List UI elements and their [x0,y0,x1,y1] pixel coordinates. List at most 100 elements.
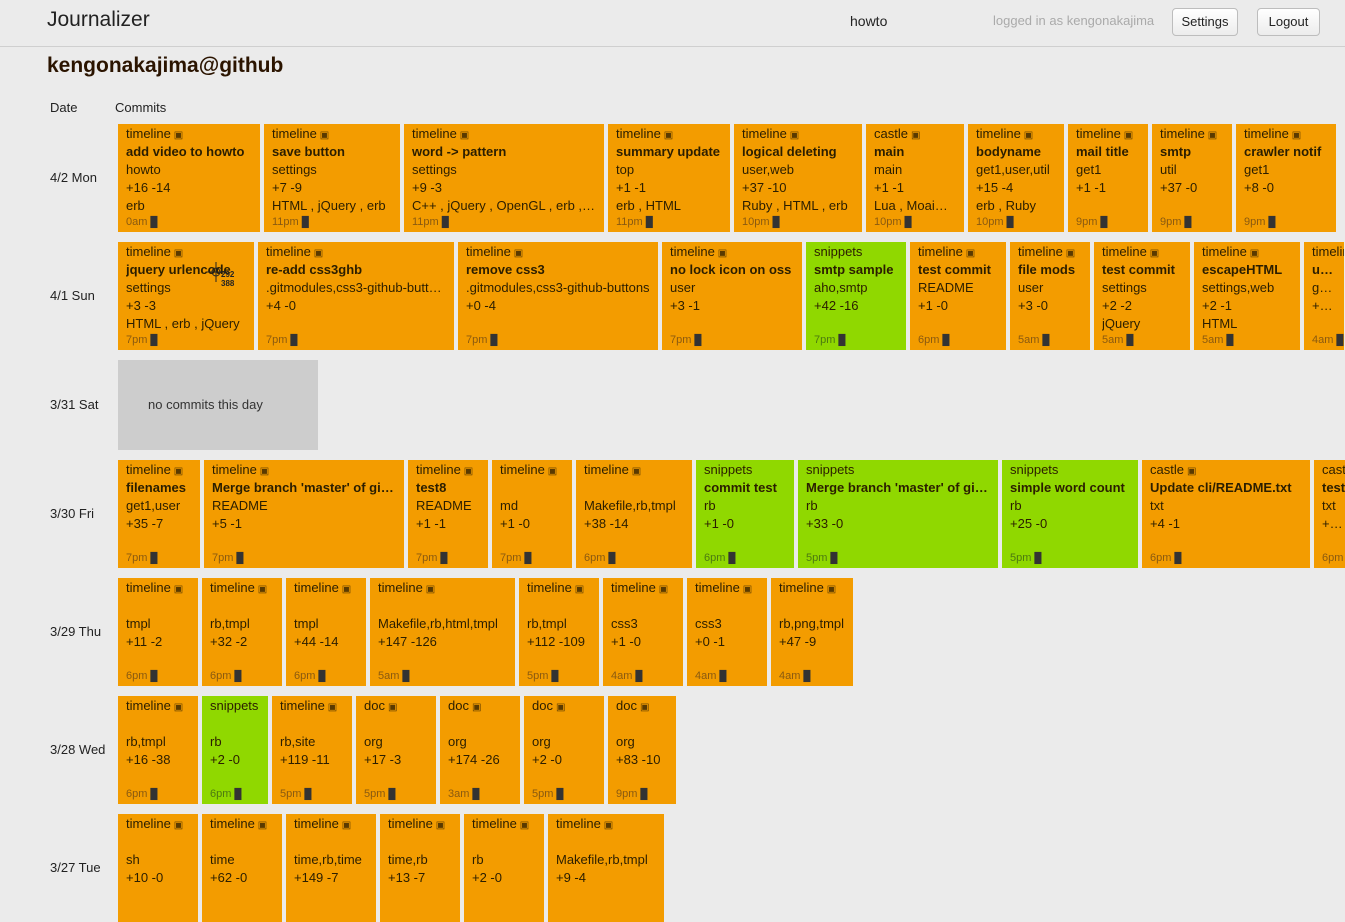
repo-name[interactable]: timeline▣ [466,243,650,261]
trash-icon[interactable]: █ [1174,553,1181,564]
commit-card[interactable]: doc ▣ org +17 -3 5pm █ [356,696,436,804]
repo-label[interactable]: castle [874,126,908,141]
repo-label[interactable]: timeline [584,462,629,477]
trash-icon[interactable]: █ [635,671,642,682]
commit-message[interactable]: test [1322,479,1345,497]
trash-icon[interactable]: █ [646,217,653,228]
commit-card[interactable]: timeline ▣ md +1 -0 7pm █ [492,460,572,568]
trash-icon[interactable]: █ [905,217,912,228]
commit-message[interactable]: test8 [416,479,480,497]
repo-label[interactable]: doc [616,698,637,713]
commit-message[interactable]: smtp [1160,143,1224,161]
repo-label[interactable]: timeline [616,126,661,141]
commit-message[interactable]: Merge branch 'master' of github.com:keng… [806,479,990,497]
repo-name[interactable]: timeline▣ [210,815,274,833]
commit-card[interactable]: timeline ▣ no lock icon on oss user +3 -1 7pm… [662,242,802,350]
trash-icon[interactable]: █ [150,671,157,682]
repo-label[interactable]: timeline [378,580,423,595]
repo-label[interactable]: snippets [210,698,258,713]
repo-name[interactable]: timeline▣ [584,461,684,479]
repo-label[interactable]: timeline [212,462,257,477]
repo-name[interactable]: snippets [806,461,990,479]
trash-icon[interactable]: █ [803,671,810,682]
trash-icon[interactable]: █ [304,789,311,800]
commit-message[interactable] [378,597,507,615]
repo-name[interactable]: timeline▣ [1244,125,1328,143]
commit-message[interactable] [695,597,759,615]
trash-icon[interactable]: █ [524,553,531,564]
repo-name[interactable]: timeline▣ [1076,125,1140,143]
commit-message[interactable]: crawler notif [1244,143,1328,161]
repo-name[interactable]: timeline▣ [1202,243,1292,261]
trash-icon[interactable]: █ [1126,335,1133,346]
commit-card[interactable]: snippets smtp sample aho,smtp +42 -16 7pm █ [806,242,906,350]
commit-card[interactable]: timeline ▣ re-add css3ghb .gitmodules,css3-… [258,242,454,350]
repo-label[interactable]: snippets [814,244,862,259]
repo-label[interactable]: timeline [294,580,339,595]
commit-card[interactable]: snippets simple word count rb +25 -0 5pm █ [1002,460,1138,568]
commit-card[interactable]: timeline ▣ css3 +0 -1 4am █ [687,578,767,686]
trash-icon[interactable]: █ [234,789,241,800]
commit-card[interactable]: doc ▣ org +2 -0 5pm █ [524,696,604,804]
repo-label[interactable]: timeline [1018,244,1063,259]
repo-label[interactable]: timeline [695,580,740,595]
commit-card[interactable]: timeline ▣ rb,tmpl +112 -109 5pm █ [519,578,599,686]
repo-label[interactable]: timeline [388,816,433,831]
commit-message[interactable] [448,715,512,733]
trash-icon[interactable]: █ [1268,217,1275,228]
repo-name[interactable]: snippets [1010,461,1130,479]
trash-icon[interactable]: █ [551,671,558,682]
commit-message[interactable]: summary update [616,143,722,161]
trash-icon[interactable]: █ [440,553,447,564]
trash-icon[interactable]: █ [1100,217,1107,228]
repo-label[interactable]: timeline [1102,244,1147,259]
commit-card[interactable]: timeline ▣ test commit README +1 -0 6pm █ [910,242,1006,350]
repo-name[interactable]: castle▣ [1150,461,1302,479]
trash-icon[interactable]: █ [234,671,241,682]
trash-icon[interactable]: █ [728,553,735,564]
trash-icon[interactable]: █ [1042,335,1049,346]
commit-card[interactable]: doc ▣ org +83 -10 9pm █ [608,696,676,804]
repo-name[interactable]: timeline▣ [500,461,564,479]
commit-card[interactable]: timeline ▣ word -> pattern settings +9 -3 C++… [404,124,604,232]
trash-icon[interactable]: █ [1336,335,1343,346]
trash-icon[interactable]: █ [1184,217,1191,228]
repo-name[interactable]: timeline▣ [210,579,274,597]
trash-icon[interactable]: █ [472,789,479,800]
repo-label[interactable]: timeline [126,126,171,141]
commit-message[interactable] [779,597,845,615]
repo-name[interactable]: timeline▣ [1312,243,1344,261]
commit-message[interactable] [532,715,596,733]
commit-message[interactable]: test commit [918,261,998,279]
repo-label[interactable]: timeline [500,462,545,477]
commit-message[interactable]: mail title [1076,143,1140,161]
commit-card[interactable]: timeline ▣ save button settings +7 -9 HTML , … [264,124,400,232]
repo-name[interactable]: timeline▣ [294,579,358,597]
commit-message[interactable] [527,597,591,615]
commit-message[interactable]: Update cli/README.txt [1150,479,1302,497]
repo-label[interactable]: timeline [126,244,171,259]
commit-card[interactable]: castle▣testtxt +3 -1 6pm█ [1314,460,1345,568]
app-title[interactable]: Journalizer [47,8,150,32]
trash-icon[interactable]: █ [236,553,243,564]
repo-label[interactable]: timeline [126,462,171,477]
trash-icon[interactable]: █ [318,671,325,682]
repo-name[interactable]: castle▣ [1322,461,1345,479]
repo-name[interactable]: timeline▣ [416,461,480,479]
commit-card[interactable]: timeline ▣ bodyname get1,user,util +15 -4 erb… [968,124,1064,232]
repo-name[interactable]: timeline▣ [472,815,536,833]
repo-label[interactable]: timeline [472,816,517,831]
repo-label[interactable]: timeline [779,580,824,595]
commit-message[interactable] [472,833,536,851]
repo-label[interactable]: timeline [272,126,317,141]
repo-name[interactable]: doc ▣ [532,697,596,715]
repo-name[interactable]: timeline▣ [126,243,246,261]
repo-name[interactable]: timeline▣ [976,125,1056,143]
repo-name[interactable]: timeline▣ [616,125,722,143]
commit-card[interactable]: timeline ▣ sh +10 -0 [118,814,198,922]
commit-message[interactable]: Merge branch 'master' of github.com:keng… [212,479,396,497]
trash-icon[interactable]: █ [150,335,157,346]
commit-card[interactable]: timeline ▣ smtp util +37 -0 9pm █ [1152,124,1232,232]
logout-button[interactable]: Logout [1257,8,1320,36]
repo-label[interactable]: timeline [412,126,457,141]
